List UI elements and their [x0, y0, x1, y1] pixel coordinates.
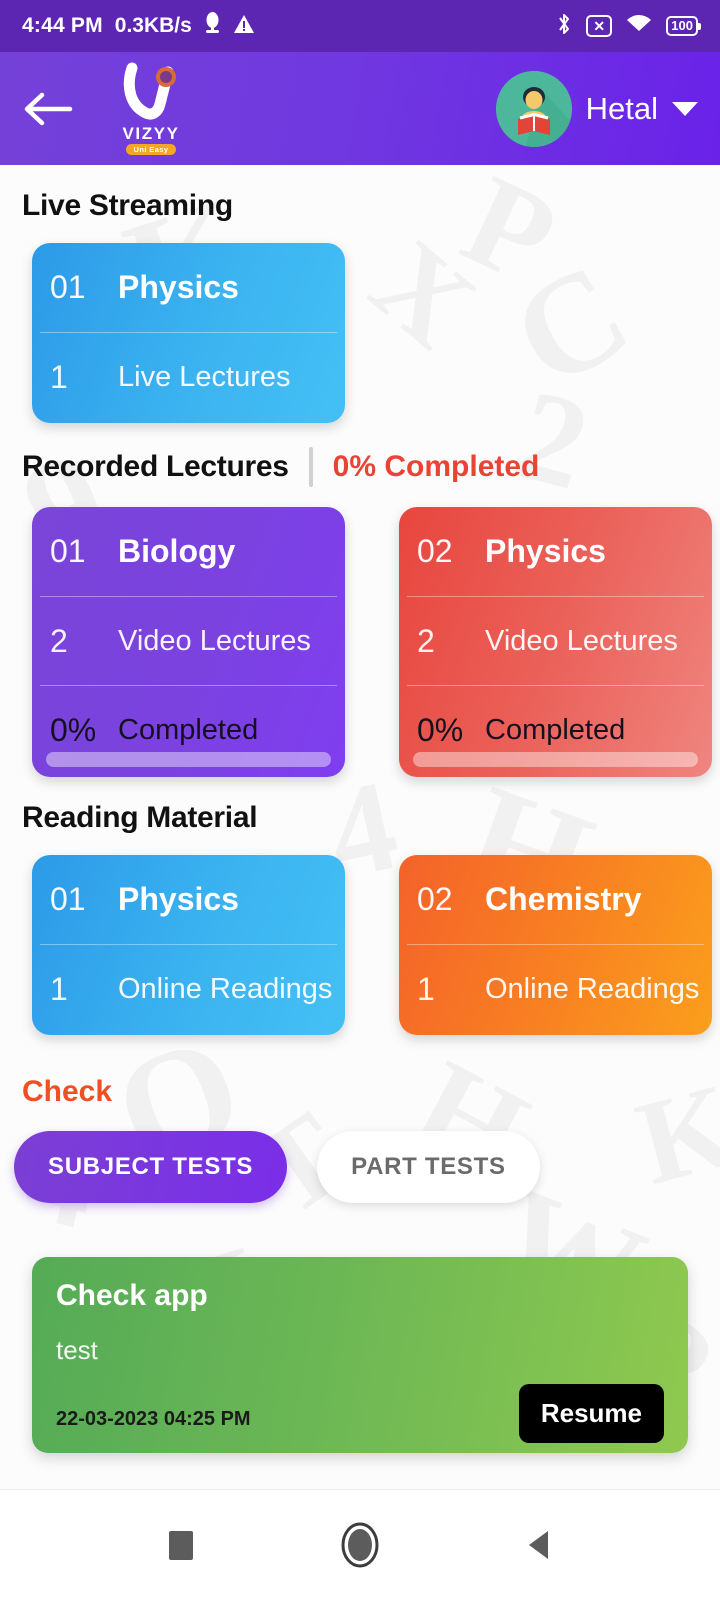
card-percent-label: Completed	[485, 713, 626, 746]
card-count-label: Live Lectures	[118, 360, 291, 393]
card-count: 1	[50, 970, 68, 1007]
progress-bar	[46, 752, 331, 767]
main-content: K P Q C X 2 9 J 4 H a Q H K 4 T W N R J …	[0, 165, 720, 1489]
vizyy-logo-icon	[122, 62, 180, 124]
card-number: 02	[417, 881, 453, 917]
no-sim-icon: ✕	[586, 15, 613, 37]
card-number: 01	[50, 881, 86, 917]
mic-icon	[204, 11, 221, 41]
recorded-lecture-card[interactable]: 01 Biology 2 Video Lectures 0% Completed	[32, 507, 345, 777]
card-subject: Physics	[118, 269, 239, 305]
test-card-datetime: 22-03-2023 04:25 PM	[56, 1408, 251, 1430]
wifi-icon	[626, 13, 652, 40]
card-header-row: 01 Physics	[32, 243, 345, 332]
card-number: 01	[50, 269, 86, 305]
app-screen: 4:44 PM 0.3KB/s ✕ 100 VIZYY Uni Easy Het…	[0, 0, 720, 1600]
recents-button[interactable]	[164, 1525, 198, 1565]
system-nav-bar	[0, 1489, 720, 1600]
recorded-lecture-cards: 01 Biology 2 Video Lectures 0% Completed	[0, 507, 720, 777]
test-card-subtitle: test	[56, 1335, 98, 1365]
section-title-recorded-lectures: Recorded Lectures	[22, 450, 289, 483]
profile-menu[interactable]: Hetal	[495, 70, 720, 147]
card-subject: Physics	[118, 881, 239, 917]
card-count: 2	[50, 622, 68, 659]
live-streaming-card[interactable]: 01 Physics 1 Live Lectures	[32, 243, 345, 423]
test-card[interactable]: Check app test 22-03-2023 04:25 PM Resum…	[32, 1257, 688, 1453]
recorded-lecture-card[interactable]: 02 Physics 2 Video Lectures 0% Completed	[399, 507, 712, 777]
card-percent-label: Completed	[118, 713, 259, 746]
card-subject: Physics	[485, 533, 606, 569]
section-title-check: Check	[22, 1075, 113, 1108]
reading-material-cards: 01 Physics 1 Online Readings 02 Chemistr…	[0, 855, 720, 1035]
card-count-label: Online Readings	[118, 972, 333, 1005]
test-card-title: Check app	[56, 1279, 208, 1312]
card-number: 02	[417, 533, 453, 569]
card-header-row: 01 Biology	[32, 507, 345, 596]
reading-material-card[interactable]: 01 Physics 1 Online Readings	[32, 855, 345, 1035]
status-bar-right: ✕ 100	[556, 12, 701, 41]
card-subject: Chemistry	[485, 881, 642, 917]
card-header-row: 02 Chemistry	[399, 855, 712, 944]
card-header-row: 01 Physics	[32, 855, 345, 944]
warning-icon	[233, 13, 255, 40]
live-streaming-cards: 01 Physics 1 Live Lectures	[0, 243, 720, 423]
status-bar: 4:44 PM 0.3KB/s ✕ 100	[0, 0, 720, 52]
resume-button[interactable]: Resume	[518, 1384, 664, 1443]
home-button[interactable]	[338, 1519, 382, 1571]
back-button[interactable]	[0, 89, 96, 129]
profile-name: Hetal	[585, 90, 658, 126]
avatar	[495, 70, 572, 147]
card-count-row: 1 Online Readings	[399, 945, 712, 1033]
status-bar-left: 4:44 PM 0.3KB/s	[22, 11, 255, 41]
network-speed: 0.3KB/s	[114, 14, 192, 37]
card-count: 1	[417, 970, 435, 1007]
app-logo[interactable]: VIZYY Uni Easy	[96, 62, 206, 155]
card-count-label: Video Lectures	[485, 624, 678, 657]
card-percent: 0%	[50, 711, 97, 748]
card-count: 1	[50, 358, 68, 395]
recorded-completion-label: 0% Completed	[332, 450, 540, 483]
reading-material-card[interactable]: 02 Chemistry 1 Online Readings	[399, 855, 712, 1035]
card-count-row: 2 Video Lectures	[32, 597, 345, 685]
card-count-row: 2 Video Lectures	[399, 597, 712, 685]
card-percent: 0%	[417, 711, 464, 748]
chevron-down-icon[interactable]	[672, 101, 698, 116]
card-count-label: Video Lectures	[118, 624, 311, 657]
logo-tagline-badge: Uni Easy	[125, 144, 177, 155]
card-count-row: 1 Online Readings	[32, 945, 345, 1033]
back-nav-button[interactable]	[522, 1525, 556, 1565]
bluetooth-icon	[556, 12, 572, 41]
logo-wordmark: VIZYY	[122, 124, 180, 144]
progress-bar	[413, 752, 698, 767]
status-time: 4:44 PM	[22, 14, 103, 37]
card-header-row: 02 Physics	[399, 507, 712, 596]
header-divider	[308, 447, 313, 487]
card-number: 01	[50, 533, 86, 569]
card-count: 2	[417, 622, 435, 659]
battery-indicator: 100	[666, 16, 701, 36]
section-title-reading-material: Reading Material	[22, 801, 258, 834]
check-tabs: SUBJECT TESTS PART TESTS	[14, 1131, 720, 1203]
card-count-label: Online Readings	[485, 972, 700, 1005]
tab-subject-tests[interactable]: SUBJECT TESTS	[14, 1131, 288, 1203]
section-header-recorded-lectures: Recorded Lectures 0% Completed	[22, 447, 720, 487]
card-count-row: 1 Live Lectures	[32, 333, 345, 421]
card-subject: Biology	[118, 533, 236, 569]
app-bar: VIZYY Uni Easy Hetal	[0, 52, 720, 165]
section-title-live-streaming: Live Streaming	[22, 189, 233, 222]
tab-part-tests[interactable]: PART TESTS	[317, 1131, 540, 1203]
